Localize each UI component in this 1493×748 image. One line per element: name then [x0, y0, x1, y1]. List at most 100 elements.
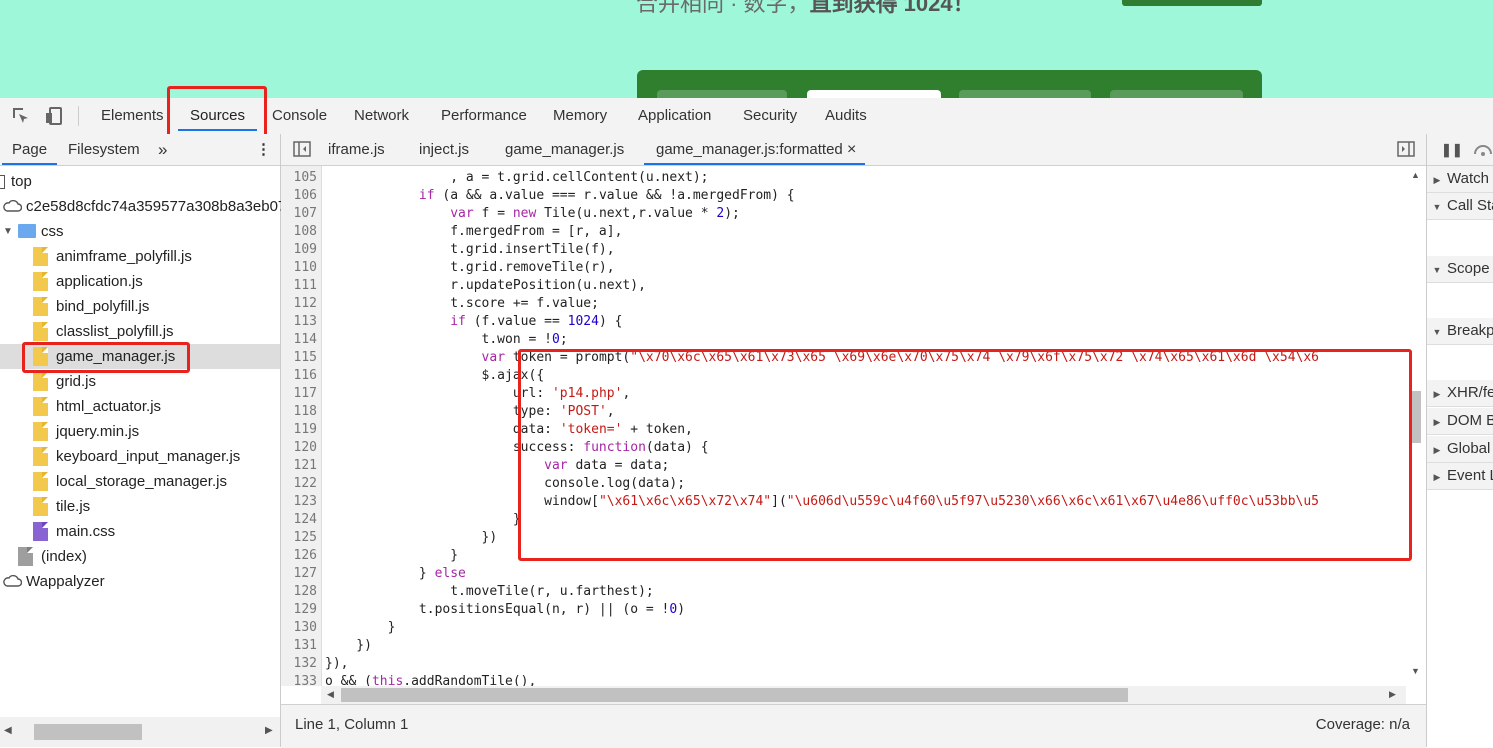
- line-number[interactable]: 116: [281, 367, 317, 385]
- scroll-down-icon[interactable]: ▼: [1411, 666, 1420, 676]
- watch-section[interactable]: ▶ Watch: [1427, 166, 1493, 193]
- tree-item-css-folder[interactable]: ▼ css: [0, 219, 280, 244]
- toggle-debugger-icon[interactable]: [1397, 141, 1415, 157]
- tab-security[interactable]: Security: [743, 98, 797, 134]
- line-number[interactable]: 119: [281, 421, 317, 439]
- tab-application[interactable]: Application: [638, 98, 711, 134]
- tree-item-extension[interactable]: Wappalyzer: [0, 569, 280, 594]
- line-number[interactable]: 118: [281, 403, 317, 421]
- cloud-icon: [3, 200, 22, 212]
- scroll-right-icon[interactable]: ▶: [1389, 689, 1396, 700]
- line-number[interactable]: 127: [281, 565, 317, 583]
- folder-icon: [18, 224, 36, 238]
- breakpoints-section[interactable]: ▼ Breakpoints: [1427, 318, 1493, 345]
- tab-game-manager-formatted[interactable]: game_manager.js:formatted: [644, 134, 865, 165]
- line-number[interactable]: 114: [281, 331, 317, 349]
- tree-item-file[interactable]: html_actuator.js: [0, 394, 280, 419]
- line-number[interactable]: 113: [281, 313, 317, 331]
- xhr-breakpoints-section[interactable]: ▶ XHR/fetch Breakpoints: [1427, 380, 1493, 407]
- line-number[interactable]: 128: [281, 583, 317, 601]
- tree-item-file[interactable]: bind_polyfill.js: [0, 294, 280, 319]
- scroll-right-icon[interactable]: ▶: [265, 725, 273, 736]
- tree-item-file[interactable]: keyboard_input_manager.js: [0, 444, 280, 469]
- tree-item-file[interactable]: animframe_polyfill.js: [0, 244, 280, 269]
- scroll-left-icon[interactable]: ◀: [4, 725, 12, 736]
- tab-inject-js[interactable]: inject.js: [419, 134, 469, 165]
- coverage-status[interactable]: Coverage: n/a: [1316, 705, 1410, 745]
- tree-item-label: c2e58d8cfdc74a359577a308b8a3eb07: [26, 198, 287, 215]
- line-number[interactable]: 129: [281, 601, 317, 619]
- debugger-toolbar: ❚❚: [1427, 134, 1493, 166]
- line-number[interactable]: 117: [281, 385, 317, 403]
- event-listener-breakpoints-section[interactable]: ▶ Event Listener Breakpoints: [1427, 463, 1493, 490]
- tree-item-file[interactable]: jquery.min.js: [0, 419, 280, 444]
- line-number[interactable]: 132: [281, 655, 317, 673]
- tree-item-label: (index): [41, 548, 87, 565]
- tab-network[interactable]: Network: [354, 98, 409, 134]
- line-number[interactable]: 122: [281, 475, 317, 493]
- line-number[interactable]: 109: [281, 241, 317, 259]
- tree-item-file[interactable]: local_storage_manager.js: [0, 469, 280, 494]
- tree-item-file[interactable]: application.js: [0, 269, 280, 294]
- more-tabs-button[interactable]: »: [158, 134, 167, 165]
- cursor-position: Line 1, Column 1: [295, 716, 409, 733]
- call-stack-section[interactable]: ▼ Call Stack: [1427, 193, 1493, 220]
- editor-horizontal-scrollbar[interactable]: ◀ ▶: [321, 686, 1406, 704]
- line-number[interactable]: 121: [281, 457, 317, 475]
- new-game-button[interactable]: [1122, 0, 1262, 6]
- tab-console[interactable]: Console: [272, 98, 327, 134]
- close-tab-icon[interactable]: ×: [847, 134, 856, 165]
- line-number[interactable]: 131: [281, 637, 317, 655]
- tab-memory[interactable]: Memory: [553, 98, 607, 134]
- navigator-horizontal-scrollbar[interactable]: ◀ ▶: [0, 717, 280, 747]
- scrollbar-thumb[interactable]: [341, 688, 1128, 702]
- global-listeners-section[interactable]: ▶ Global Listeners: [1427, 436, 1493, 463]
- inspect-element-icon[interactable]: [11, 106, 31, 126]
- toggle-navigator-icon[interactable]: [293, 141, 311, 157]
- cloud-icon: [3, 575, 22, 587]
- tab-performance[interactable]: Performance: [441, 98, 527, 134]
- line-number[interactable]: 108: [281, 223, 317, 241]
- line-number[interactable]: 115: [281, 349, 317, 367]
- editor-tabs: iframe.js inject.js game_manager.js game…: [281, 134, 1426, 166]
- line-number[interactable]: 125: [281, 529, 317, 547]
- line-number[interactable]: 111: [281, 277, 317, 295]
- line-number[interactable]: 123: [281, 493, 317, 511]
- tree-item-file[interactable]: classlist_polyfill.js: [0, 319, 280, 344]
- tree-item-label: application.js: [56, 273, 143, 290]
- expand-arrow-icon[interactable]: ▼: [3, 219, 13, 244]
- tree-item-origin[interactable]: c2e58d8cfdc74a359577a308b8a3eb07: [0, 194, 286, 219]
- step-over-icon[interactable]: [1473, 142, 1493, 156]
- line-number[interactable]: 105: [281, 169, 317, 187]
- line-number[interactable]: 110: [281, 259, 317, 277]
- line-number[interactable]: 107: [281, 205, 317, 223]
- tab-audits[interactable]: Audits: [825, 98, 867, 134]
- tab-elements[interactable]: Elements: [101, 98, 164, 134]
- page-viewport: 合并相同 · 数字，直到获得 1024！: [0, 0, 1493, 98]
- line-number[interactable]: 126: [281, 547, 317, 565]
- line-source: f.mergedFrom = [r, a],: [325, 224, 623, 239]
- scroll-up-icon[interactable]: ▲: [1411, 170, 1420, 180]
- scope-section[interactable]: ▼ Scope: [1427, 256, 1493, 283]
- tree-item-file[interactable]: main.css: [0, 519, 280, 544]
- tree-item-file[interactable]: tile.js: [0, 494, 280, 519]
- tab-game-manager-js[interactable]: game_manager.js: [505, 134, 624, 165]
- line-number[interactable]: 106: [281, 187, 317, 205]
- device-toolbar-icon[interactable]: [44, 106, 64, 126]
- line-number[interactable]: 133: [281, 673, 317, 686]
- line-number[interactable]: 120: [281, 439, 317, 457]
- tab-filesystem[interactable]: Filesystem: [68, 134, 140, 165]
- expand-arrow-icon: ▶: [1433, 417, 1441, 427]
- line-number[interactable]: 130: [281, 619, 317, 637]
- tab-iframe-js[interactable]: iframe.js: [328, 134, 385, 165]
- line-number[interactable]: 112: [281, 295, 317, 313]
- tab-page[interactable]: Page: [1, 134, 58, 165]
- dom-breakpoints-section[interactable]: ▶ DOM Breakpoints: [1427, 408, 1493, 435]
- scroll-left-icon[interactable]: ◀: [327, 689, 334, 700]
- kebab-menu-icon[interactable]: ⋮: [256, 134, 271, 165]
- scrollbar-thumb[interactable]: [34, 724, 142, 740]
- pause-icon[interactable]: ❚❚: [1441, 142, 1463, 158]
- tree-item-top[interactable]: top: [0, 169, 280, 194]
- tree-item-index[interactable]: (index): [0, 544, 280, 569]
- line-number[interactable]: 124: [281, 511, 317, 529]
